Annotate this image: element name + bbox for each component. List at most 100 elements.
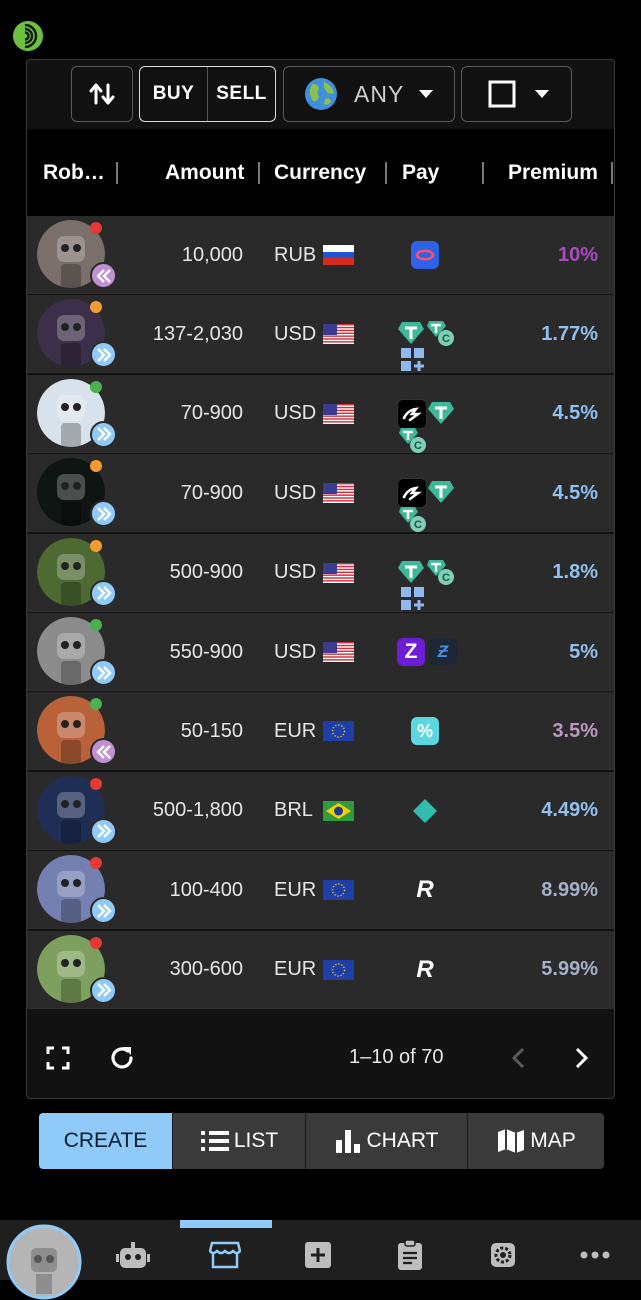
globe-icon xyxy=(305,78,337,110)
status-dot xyxy=(90,460,102,473)
svg-text:C: C xyxy=(442,333,450,345)
order-currency: USD xyxy=(274,561,317,584)
list-label: LIST xyxy=(233,1129,279,1152)
strike-icon: Ƶ xyxy=(429,638,457,666)
table-row[interactable]: 550-900 USD Z Ƶ 5% xyxy=(27,613,614,691)
robot-icon[interactable] xyxy=(116,1238,150,1272)
flag-us-icon xyxy=(323,324,354,345)
checkbox-outline-icon xyxy=(488,80,516,108)
table-header: Rob… Amount Currency Pay Premium xyxy=(27,129,614,217)
status-dot xyxy=(90,777,102,790)
chevron-right-icon[interactable] xyxy=(573,1047,589,1069)
tether-usdc-icon: C xyxy=(427,319,455,347)
order-currency: EUR xyxy=(274,878,317,901)
map-tab[interactable]: MAP xyxy=(467,1113,604,1169)
create-label: CREATE xyxy=(63,1129,148,1152)
dropdown-arrow-icon xyxy=(535,90,549,98)
order-premium: 4.49% xyxy=(541,799,598,822)
swap-direction-button[interactable] xyxy=(71,66,133,122)
map-label: MAP xyxy=(530,1129,576,1152)
chart-tab[interactable]: CHART xyxy=(305,1113,467,1169)
buy-side-icon xyxy=(90,817,117,845)
clipboard-icon[interactable] xyxy=(393,1238,427,1272)
flag-ru-icon xyxy=(323,245,354,265)
order-currency: USD xyxy=(274,640,317,663)
order-currency: RUB xyxy=(274,243,317,266)
tether-usdt-icon xyxy=(397,558,425,586)
svg-text:C: C xyxy=(414,440,422,452)
column-separator[interactable] xyxy=(258,162,260,184)
flag-us-icon xyxy=(323,483,354,504)
buy-side-icon xyxy=(90,579,117,607)
svg-text:C: C xyxy=(442,572,450,584)
column-separator[interactable] xyxy=(611,162,613,184)
order-currency: USD xyxy=(274,481,317,504)
settings-gear-icon[interactable] xyxy=(486,1238,520,1272)
table-row[interactable]: 50-150 EUR% 3.5% xyxy=(27,692,614,771)
fullscreen-icon[interactable] xyxy=(45,1045,71,1071)
order-premium: 5% xyxy=(569,640,598,663)
table-row[interactable]: 500-1,800 BRL 4.49% xyxy=(27,771,614,850)
order-amount: 70-900 xyxy=(180,481,243,504)
status-dot xyxy=(90,619,102,631)
dropdown-arrow-icon xyxy=(419,90,434,98)
status-dot xyxy=(90,936,102,949)
order-premium: 8.99% xyxy=(541,878,598,901)
column-header-robot[interactable]: Rob… xyxy=(43,129,105,216)
list-tab[interactable]: LIST xyxy=(172,1113,305,1169)
order-premium: 5.99% xyxy=(541,958,598,981)
table-row[interactable]: 10,000 RUB 10% xyxy=(27,216,614,294)
table-row[interactable]: 70-900 USD C 4.5% xyxy=(27,454,614,533)
order-amount: 300-600 xyxy=(169,958,243,981)
table-row[interactable]: 100-400 EUR R 8.99% xyxy=(27,851,614,930)
list-icon xyxy=(200,1131,229,1151)
more-options-icon[interactable] xyxy=(578,1238,612,1272)
more-methods-icon xyxy=(399,585,427,613)
order-amount: 50-150 xyxy=(180,719,243,742)
tether-usdc-icon: C xyxy=(399,426,427,454)
status-dot xyxy=(90,222,102,234)
app-logo-icon xyxy=(13,21,43,51)
refresh-icon[interactable] xyxy=(107,1043,137,1073)
column-header-pay[interactable]: Pay xyxy=(402,129,439,216)
flag-eu-icon xyxy=(323,880,354,901)
flag-br-icon xyxy=(323,800,354,821)
table-footer: 1–10 of 70 xyxy=(27,1015,614,1098)
chevron-left-icon[interactable] xyxy=(511,1047,527,1069)
table-row[interactable]: 500-900 USD C 1.8% xyxy=(27,533,614,613)
column-separator[interactable] xyxy=(385,162,387,184)
active-tab-indicator xyxy=(180,1220,272,1228)
sell-side-icon xyxy=(90,262,117,289)
order-premium: 10% xyxy=(557,243,598,266)
buy-button[interactable]: BUY xyxy=(140,67,207,121)
storefront-icon[interactable] xyxy=(208,1238,242,1272)
buy-sell-toggle: BUY SELL xyxy=(139,66,276,122)
column-separator[interactable] xyxy=(482,162,484,184)
column-header-amount[interactable]: Amount xyxy=(165,129,244,216)
column-header-premium[interactable]: Premium xyxy=(508,129,598,216)
currency-select[interactable]: ANY xyxy=(283,66,455,122)
column-separator[interactable] xyxy=(116,162,118,184)
add-order-icon[interactable] xyxy=(301,1238,335,1272)
view-tabs: CREATE LIST CHART MAP xyxy=(39,1113,604,1169)
payment-method-select[interactable] xyxy=(461,66,572,122)
tether-usdc-icon: C xyxy=(427,558,455,586)
order-currency: BRL xyxy=(274,799,313,822)
table-row[interactable]: 70-900 USD C 4.5% xyxy=(27,374,614,454)
buy-side-icon xyxy=(90,341,117,369)
table-row[interactable]: 137-2,030 USD C 1.77% xyxy=(27,295,614,374)
robot-avatar[interactable] xyxy=(6,1224,82,1300)
flag-us-icon xyxy=(323,562,354,583)
create-button[interactable]: CREATE xyxy=(39,1113,172,1169)
buy-side-icon xyxy=(90,500,117,528)
sell-button[interactable]: SELL xyxy=(207,67,275,121)
order-currency: USD xyxy=(274,322,317,345)
flag-eu-icon xyxy=(323,959,354,980)
order-premium: 4.5% xyxy=(552,402,598,425)
flag-eu-icon xyxy=(323,721,354,742)
flag-us-icon xyxy=(323,403,354,424)
order-amount: 500-1,800 xyxy=(152,799,243,822)
table-row[interactable]: 300-600 EUR R 5.99% xyxy=(27,930,614,1009)
column-header-currency[interactable]: Currency xyxy=(274,129,366,216)
ozon-icon xyxy=(411,241,439,269)
